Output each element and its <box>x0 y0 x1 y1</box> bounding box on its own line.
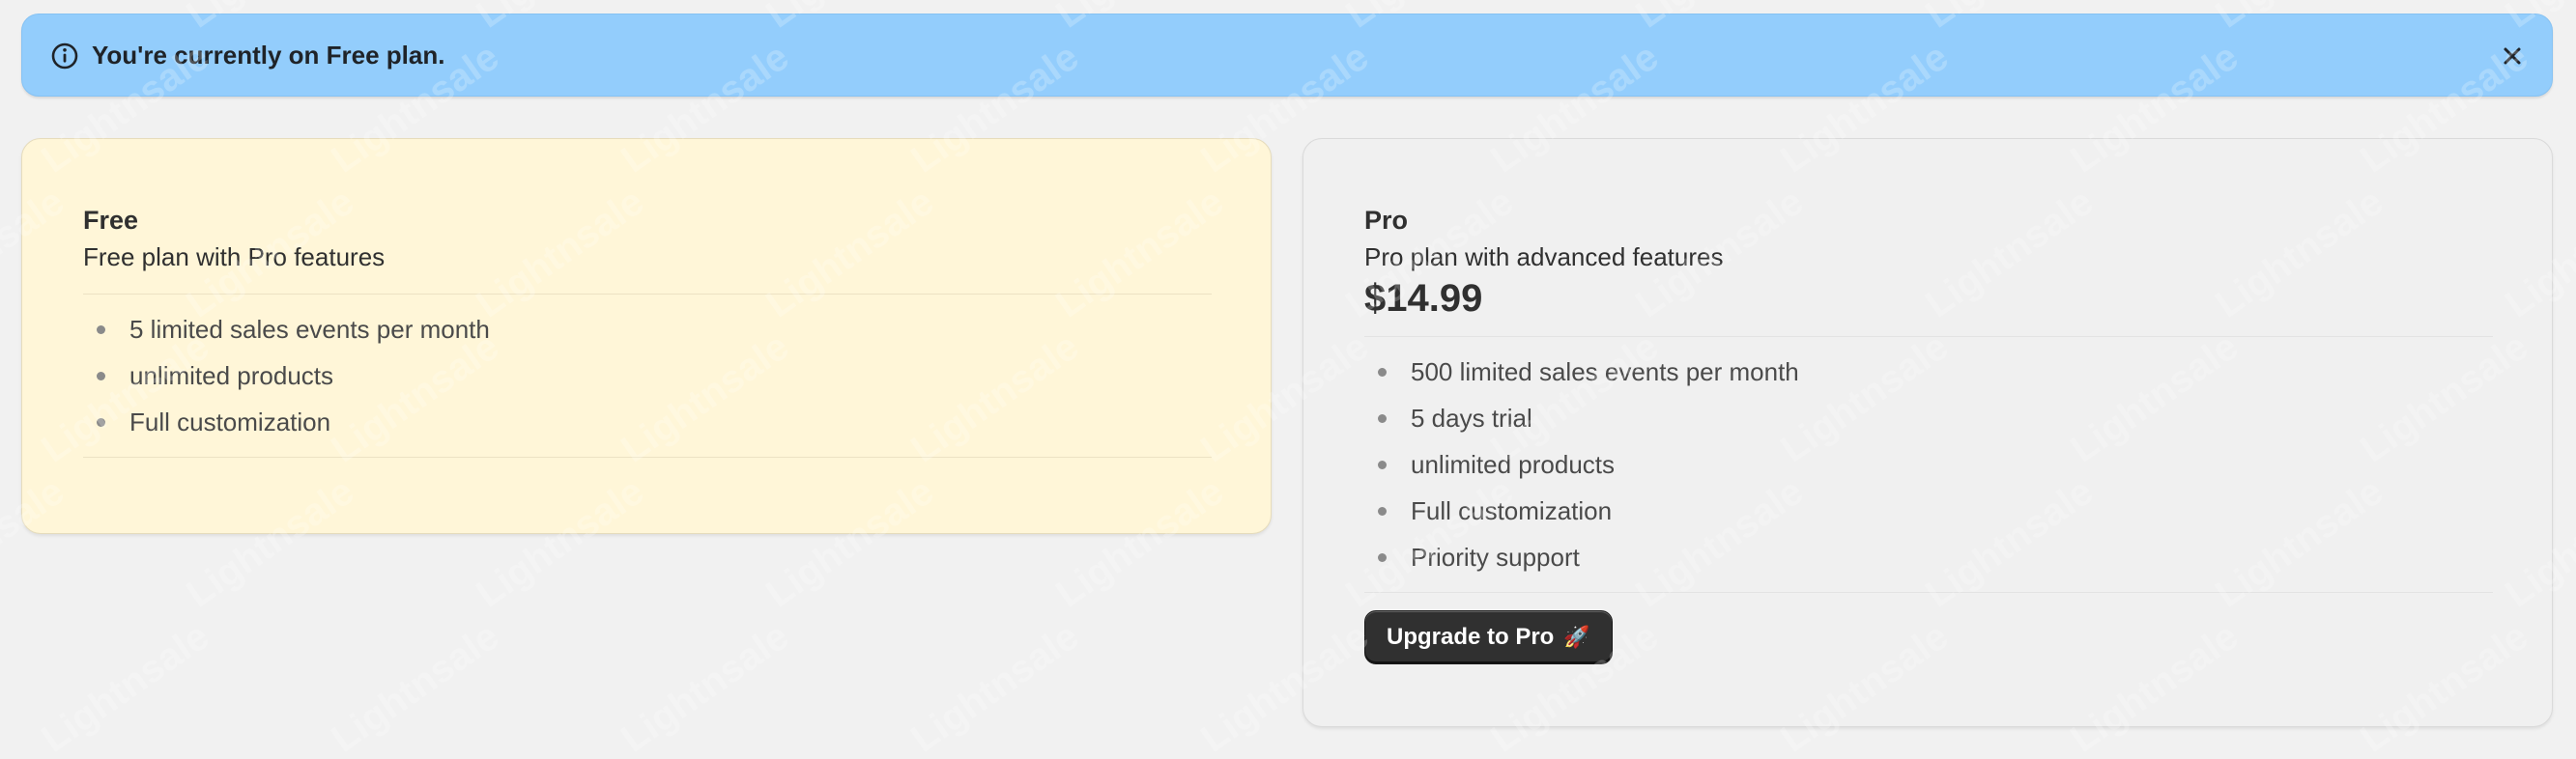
pro-plan-feature: Priority support <box>1364 534 2493 580</box>
free-plan-name: Free <box>83 206 139 235</box>
feature-label: unlimited products <box>129 361 333 390</box>
free-plan-card: Free Free plan with Pro features 5 limit… <box>21 138 1272 534</box>
bullet-icon <box>1378 461 1387 469</box>
bullet-icon <box>1378 368 1387 377</box>
info-circle-icon <box>51 42 78 70</box>
pro-plan-name: Pro <box>1364 206 1409 235</box>
banner-message: You're currently on Free plan. <box>92 41 445 70</box>
bullet-icon <box>97 372 105 380</box>
rocket-icon: 🚀 <box>1563 625 1590 649</box>
bullet-icon <box>1378 507 1387 516</box>
free-plan-feature: Full customization <box>83 399 1212 445</box>
feature-label: 5 limited sales events per month <box>129 315 490 344</box>
upgrade-to-pro-button[interactable]: Upgrade to Pro 🚀 <box>1364 610 1613 664</box>
watermark-text: Lightnsale <box>34 614 217 759</box>
pro-plan-feature: 500 limited sales events per month <box>1364 349 2493 395</box>
free-plan-feature: 5 limited sales events per month <box>83 306 1212 352</box>
pro-plan-divider-bottom <box>1364 592 2493 593</box>
banner-close-button[interactable] <box>2494 38 2531 74</box>
pro-plan-feature-list: 500 limited sales events per month 5 day… <box>1364 337 2493 592</box>
bullet-icon <box>97 418 105 427</box>
plan-status-banner: You're currently on Free plan. <box>21 14 2553 97</box>
bullet-icon <box>97 325 105 334</box>
close-icon[interactable] <box>2502 45 2523 67</box>
free-plan-feature: unlimited products <box>83 352 1212 399</box>
pro-plan-feature: Full customization <box>1364 488 2493 534</box>
pro-plan-card: Pro Pro plan with advanced features $14.… <box>1302 138 2553 727</box>
feature-label: unlimited products <box>1411 450 1615 479</box>
feature-label: Priority support <box>1411 543 1580 572</box>
watermark-text: Lightnsale <box>903 614 1087 759</box>
pro-plan-feature: 5 days trial <box>1364 395 2493 441</box>
upgrade-button-label: Upgrade to Pro <box>1387 624 1555 650</box>
bullet-icon <box>1378 414 1387 423</box>
pro-plan-price: $14.99 <box>1364 277 1483 320</box>
feature-label: 500 limited sales events per month <box>1411 357 1799 386</box>
feature-label: 5 days trial <box>1411 404 1532 433</box>
watermark-text: Lightnsale <box>614 614 797 759</box>
pro-plan-content: Pro Pro plan with advanced features $14.… <box>1364 203 2493 664</box>
bullet-icon <box>1378 553 1387 562</box>
free-plan-description: Free plan with Pro features <box>83 242 386 271</box>
pro-plan-feature: unlimited products <box>1364 441 2493 488</box>
feature-label: Full customization <box>1411 496 1613 525</box>
feature-label: Full customization <box>129 408 331 436</box>
free-plan-feature-list: 5 limited sales events per month unlimit… <box>83 295 1212 457</box>
pro-plan-description: Pro plan with advanced features <box>1364 242 1724 271</box>
free-plan-divider-bottom <box>83 457 1212 458</box>
watermark-text: Lightnsale <box>324 614 507 759</box>
free-plan-content: Free Free plan with Pro features 5 limit… <box>83 203 1212 458</box>
